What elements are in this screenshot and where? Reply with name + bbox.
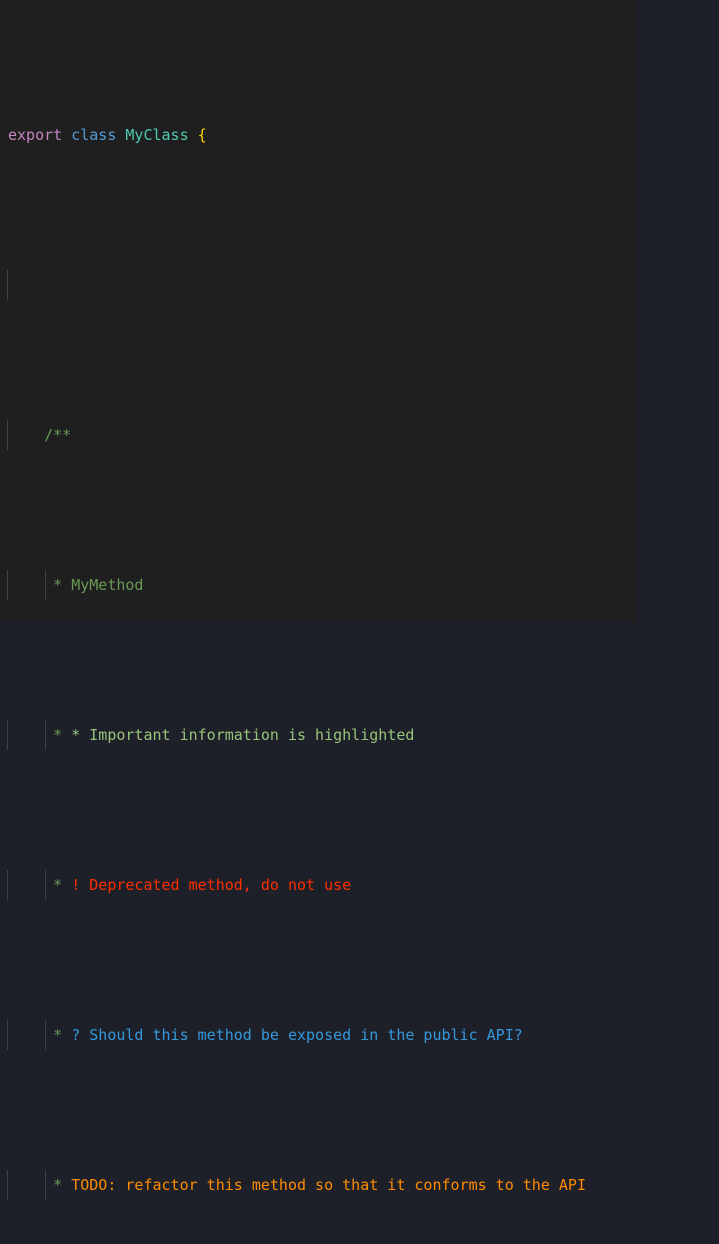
indent-guide (7, 870, 8, 900)
token-comment-text: MyMethod (71, 576, 144, 594)
token-comment-star: * (53, 1026, 72, 1044)
comment-guide (45, 1020, 46, 1050)
code-line[interactable]: * MyMethod (0, 570, 719, 600)
token-keyword-export: export (8, 126, 63, 144)
code-line[interactable]: * * Important information is highlighted (0, 720, 719, 750)
code-line[interactable]: * ! Deprecated method, do not use (0, 870, 719, 900)
token-comment-todo: TODO: refactor this method so that it co… (71, 1176, 586, 1194)
token-comment-star: * (53, 576, 72, 594)
comment-guide (45, 570, 46, 600)
token-jsdoc-open: /** (44, 426, 72, 444)
indent-guide (7, 420, 8, 450)
token-brace-open: { (197, 126, 207, 144)
indent-guide (7, 720, 8, 750)
code-editor[interactable]: export class MyClass { /** * MyMethod * … (0, 0, 719, 1200)
code-line[interactable]: /** (0, 420, 719, 450)
token-comment-highlight: * Important information is highlighted (71, 726, 415, 744)
token-comment-alert: ! Deprecated method, do not use (71, 876, 352, 894)
code-line-blank[interactable] (0, 270, 719, 300)
comment-guide (45, 720, 46, 750)
token-comment-star: * (53, 1176, 72, 1194)
token-comment-star: * (53, 876, 72, 894)
code-line[interactable]: export class MyClass { (0, 120, 719, 150)
token-comment-query: ? Should this method be exposed in the p… (71, 1026, 523, 1044)
code-content[interactable]: export class MyClass { /** * MyMethod * … (0, 0, 719, 1200)
comment-guide (45, 1170, 46, 1200)
token-comment-star: * (53, 726, 72, 744)
indent-guide (7, 270, 8, 300)
code-line[interactable]: * TODO: refactor this method so that it … (0, 1170, 719, 1200)
indent-guide (7, 1170, 8, 1200)
indent-guide (7, 1020, 8, 1050)
token-keyword-class: class (71, 126, 117, 144)
indent-guide (7, 570, 8, 600)
code-line[interactable]: * ? Should this method be exposed in the… (0, 1020, 719, 1050)
comment-guide (45, 870, 46, 900)
token-class-name: MyClass (125, 126, 189, 144)
